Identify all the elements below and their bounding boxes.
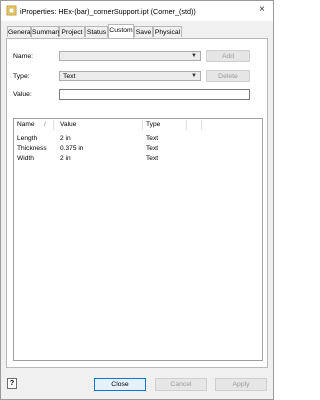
iproperties-dialog: iProperties: HEx-(bar)_cornerSupport.ipt… (0, 0, 274, 400)
chevron-down-icon[interactable]: ▼ (191, 53, 197, 59)
tab-status[interactable]: Status (85, 26, 108, 37)
column-separator[interactable] (142, 120, 143, 130)
delete-button[interactable]: Delete (206, 70, 250, 82)
apply-button[interactable]: Apply (215, 378, 267, 391)
tab-physical[interactable]: Physical (153, 26, 182, 37)
column-header-type[interactable]: Type (146, 121, 160, 131)
cancel-button[interactable]: Cancel (155, 378, 207, 391)
column-separator[interactable] (201, 120, 202, 130)
row-type: Text (146, 155, 159, 162)
tab-custom[interactable]: Custom (108, 24, 134, 38)
row-value: 0.375 in (60, 145, 84, 152)
properties-list[interactable]: Name / Value Type Length 2 in Text Thick… (13, 118, 263, 361)
add-button[interactable]: Add (206, 50, 250, 62)
name-combobox[interactable]: ▼ (59, 51, 201, 61)
value-label: Value: (13, 91, 32, 98)
close-button[interactable]: Close (94, 378, 146, 391)
column-separator[interactable] (186, 120, 187, 130)
column-separator[interactable] (53, 120, 54, 130)
custom-properties-panel: Name: ▼ Add Type: Text ▼ Delete Value: N… (6, 38, 268, 368)
tab-summary[interactable]: Summary (31, 26, 61, 37)
column-header-value[interactable]: Value (60, 121, 76, 131)
row-name: Thickness (17, 145, 47, 152)
type-combobox[interactable]: Text ▼ (59, 71, 201, 81)
name-label: Name: (13, 53, 34, 60)
type-value: Text (63, 73, 76, 80)
title-bar: iProperties: HEx-(bar)_cornerSupport.ipt… (1, 1, 273, 21)
window-title: iProperties: HEx-(bar)_cornerSupport.ipt… (20, 7, 196, 16)
tab-general[interactable]: General (7, 26, 32, 37)
help-icon[interactable]: ? (7, 378, 17, 389)
tab-project[interactable]: Project (59, 26, 85, 37)
sort-indicator-icon: / (44, 121, 46, 128)
chevron-down-icon[interactable]: ▼ (191, 73, 197, 79)
value-input[interactable] (59, 89, 250, 100)
row-value: 2 in (60, 155, 71, 162)
close-icon[interactable]: × (257, 5, 267, 15)
row-type: Text (146, 145, 159, 152)
inventor-part-icon (6, 5, 17, 16)
tab-save[interactable]: Save (134, 26, 153, 37)
row-type: Text (146, 135, 159, 142)
type-label: Type: (13, 73, 30, 80)
row-name: Width (17, 155, 34, 162)
column-header-name[interactable]: Name (17, 121, 35, 131)
row-name: Length (17, 135, 38, 142)
row-value: 2 in (60, 135, 71, 142)
